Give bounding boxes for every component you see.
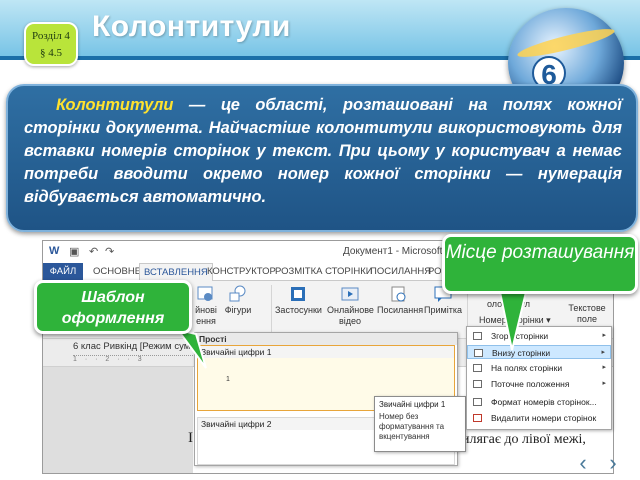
page-number-menu: Згори сторінки ▸ Внизу сторінки ▸ На полях…	[466, 326, 612, 430]
redo-icon[interactable]: ↷	[105, 245, 114, 258]
word-logo-icon: W	[49, 245, 60, 257]
link-icon	[391, 286, 406, 302]
definition-box: Колонтитули — це області, розташовані на…	[6, 84, 638, 232]
template-callout: Шаблон оформлення	[34, 280, 192, 334]
footer-button[interactable]: олонтитул	[487, 299, 543, 310]
gallery-tooltip: Звичайні цифри 1 Номер без форматування …	[374, 396, 466, 452]
footer-label: олонтитул	[487, 299, 531, 309]
online-video-label: Онлайнове	[327, 305, 374, 315]
next-slide-button[interactable]: ›	[600, 452, 626, 476]
tooltip-title: Звичайні цифри 1	[379, 400, 446, 409]
section-badge-line1: Розділ 4	[32, 30, 70, 42]
save-icon[interactable]: ▣	[69, 245, 79, 258]
document-text-right: илягає до лівої межі,	[462, 432, 586, 447]
menu-item-label: Згори сторінки	[491, 331, 549, 341]
gallery-item-1-label: Звичайні цифри 1	[198, 346, 454, 358]
document-name-field[interactable]: 6 клас Ривкінд [Режим сумісн	[73, 341, 202, 352]
remove-page-numbers-icon	[473, 414, 482, 422]
shapes-button[interactable]: Фігури	[223, 285, 253, 316]
undo-icon[interactable]: ↶	[89, 245, 98, 258]
page-margins-icon	[473, 364, 482, 372]
apps-icon	[291, 287, 305, 301]
text-box-label: Текстове	[568, 303, 606, 313]
menu-item-label: Видалити номери сторінок	[491, 413, 597, 423]
tab-file[interactable]: ФАЙЛ	[43, 263, 83, 281]
tab-page-layout[interactable]: РОЗМІТКА СТОРІНКИ	[275, 266, 373, 277]
online-pictures-button[interactable]: йнові ення	[191, 285, 221, 327]
template-callout-text: Шаблон оформлення	[61, 289, 165, 327]
gallery-header: Прості	[195, 333, 457, 345]
top-of-page-icon	[473, 332, 482, 340]
online-pictures-label: йнові	[195, 305, 217, 315]
menu-item-label: На полях сторінки	[491, 363, 563, 373]
page-number-button[interactable]: Номер сторінки ▾	[479, 315, 557, 326]
menu-item-page-margins[interactable]: На полях сторінки ▸	[467, 361, 611, 375]
section-badge-line2: § 4.5	[40, 47, 62, 59]
menu-item-label: Формат номерів сторінок...	[491, 397, 597, 407]
menu-item-top-of-page[interactable]: Згори сторінки ▸	[467, 329, 611, 343]
menu-item-label: Поточне положення	[491, 379, 570, 389]
online-pictures-label-2: ення	[196, 316, 216, 326]
bottom-of-page-icon	[474, 349, 483, 357]
text-box-label-2: поле	[577, 314, 597, 324]
document-text-left: І	[188, 430, 193, 446]
submenu-arrow-icon: ▸	[602, 364, 606, 371]
menu-item-remove-page-numbers[interactable]: Видалити номери сторінок	[467, 411, 611, 425]
menu-item-bottom-of-page[interactable]: Внизу сторінки ▸	[467, 345, 611, 359]
tab-design[interactable]: КОНСТРУКТОР	[207, 266, 276, 277]
previous-slide-button[interactable]: ‹	[570, 452, 596, 476]
apps-button[interactable]: Застосунки	[275, 285, 322, 316]
tab-references[interactable]: ПОСИЛАННЯ	[370, 266, 431, 277]
current-position-icon	[473, 380, 482, 388]
definition-term: Колонтитули	[56, 96, 174, 114]
tooltip-body: Номер без форматування та вкцентування	[379, 412, 445, 441]
ribbon-separator	[271, 285, 272, 335]
tab-home[interactable]: ОСНОВНЕ	[93, 266, 141, 277]
online-video-button[interactable]: Онлайнове відео	[327, 285, 374, 327]
gallery-item-1-number: 1	[226, 376, 230, 383]
shapes-label: Фігури	[224, 305, 252, 315]
online-video-icon	[341, 287, 359, 301]
submenu-arrow-icon: ▸	[601, 349, 605, 356]
shapes-icon	[229, 285, 246, 302]
links-button[interactable]: Посилання	[377, 285, 424, 316]
submenu-arrow-icon: ▸	[602, 380, 606, 387]
links-label: Посилання	[377, 305, 424, 315]
menu-item-current-position[interactable]: Поточне положення ▸	[467, 377, 611, 391]
online-video-label-2: відео	[338, 316, 362, 326]
menu-item-label: Внизу сторінки	[492, 348, 551, 358]
online-pictures-icon	[197, 286, 213, 301]
location-callout: Місце розташування	[442, 234, 638, 294]
submenu-arrow-icon: ▸	[602, 332, 606, 339]
location-callout-text: Місце розташування	[445, 242, 635, 263]
comment-label: Примітка	[424, 305, 462, 315]
horizontal-ruler: 1 · · 2 · · 3	[73, 355, 193, 364]
format-page-numbers-icon	[473, 398, 482, 406]
section-badge: Розділ 4 § 4.5	[24, 22, 78, 66]
text-box-button[interactable]: Текстове поле	[565, 303, 609, 325]
slide-navigation: ‹ ›	[530, 452, 630, 476]
apps-label: Застосунки	[275, 305, 322, 315]
menu-item-format-page-numbers[interactable]: Формат номерів сторінок...	[467, 395, 611, 409]
definition-text: Колонтитули — це області, розташовані на…	[24, 94, 622, 209]
page-number-label: Номер сторінки	[479, 315, 544, 325]
page-title: Колонтитули	[92, 10, 291, 43]
